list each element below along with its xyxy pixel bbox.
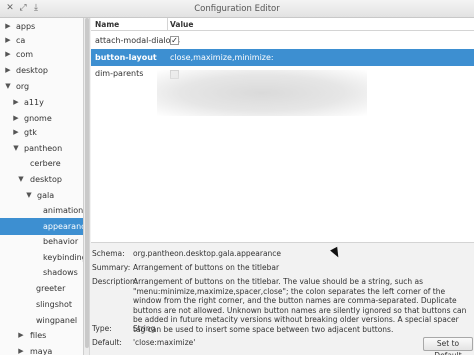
tree-item-a11y[interactable]: ▶ a11y: [0, 94, 83, 111]
expander-expanded-icon[interactable]: ▼: [17, 171, 25, 188]
blurred-overlay: [157, 70, 367, 116]
tree-item-files[interactable]: ▶ files: [0, 327, 83, 344]
value-checkbox[interactable]: ✓: [170, 36, 179, 45]
tree-scrollbar-thumb[interactable]: [85, 18, 89, 348]
column-header-name[interactable]: Name: [95, 20, 119, 29]
expander-collapsed-icon[interactable]: ▶: [17, 343, 25, 355]
default-value: 'close:maximize': [133, 338, 196, 347]
table-row-attach-modal-dialogs[interactable]: attach-modal-dialogs ✓: [91, 32, 474, 49]
description-label: Description:: [92, 277, 138, 286]
summary-label: Summary:: [92, 263, 131, 272]
title-bar: ✕ ⤢ ⤓ Configuration Editor: [0, 0, 474, 18]
set-to-default-button[interactable]: Set to Default: [423, 337, 473, 355]
column-header-value[interactable]: Value: [170, 20, 193, 29]
expander-collapsed-icon[interactable]: ▶: [4, 62, 12, 79]
expander-expanded-icon[interactable]: ▼: [4, 78, 12, 95]
key-value[interactable]: close,maximize,minimize:: [170, 49, 274, 66]
keys-table: Name Value attach-modal-dialogs ✓ button…: [91, 18, 474, 242]
tree-item-cerbere[interactable]: cerbere: [0, 155, 83, 172]
tree-item-desktop-pantheon[interactable]: ▼ desktop: [0, 171, 83, 188]
summary-value: Arrangement of buttons on the titlebar: [133, 263, 280, 272]
key-name: button-layout: [95, 53, 157, 62]
tree-scrollbar[interactable]: [84, 18, 90, 355]
expander-collapsed-icon[interactable]: ▶: [4, 46, 12, 63]
tree-item-slingshot[interactable]: slingshot: [0, 296, 83, 313]
expander-collapsed-icon[interactable]: ▶: [12, 124, 20, 141]
table-row-button-layout[interactable]: button-layout close,maximize,minimize:: [91, 49, 474, 66]
tree-item-shadows[interactable]: shadows: [0, 264, 83, 281]
tree-item-com[interactable]: ▶ com: [0, 46, 83, 63]
tree-item-org[interactable]: ▼ org: [0, 78, 83, 95]
tree-item-greeter[interactable]: greeter: [0, 280, 83, 297]
tree-item-gtk[interactable]: ▶ gtk: [0, 124, 83, 141]
schema-value: org.pantheon.desktop.gala.appearance: [133, 249, 282, 258]
schema-tree[interactable]: ▶ apps ▶ ca ▶ com ▶ desktop ▼ org ▶ a11y…: [0, 18, 84, 355]
tree-item-maya[interactable]: ▶ maya: [0, 343, 83, 355]
tree-item-animations[interactable]: animations: [0, 202, 83, 219]
expander-collapsed-icon[interactable]: ▶: [12, 94, 20, 111]
tree-item-behavior[interactable]: behavior: [0, 233, 83, 250]
type-label: Type:: [92, 324, 112, 333]
tree-item-desktop[interactable]: ▶ desktop: [0, 62, 83, 79]
window-title: Configuration Editor: [194, 4, 280, 14]
type-value: String: [133, 324, 156, 333]
key-name: dim-parents: [95, 69, 144, 78]
key-details-panel: Schema: org.pantheon.desktop.gala.appear…: [91, 242, 474, 355]
default-label: Default:: [92, 338, 122, 347]
schema-label: Schema:: [92, 249, 125, 258]
column-separator: [167, 18, 168, 31]
table-header: Name Value: [91, 18, 474, 31]
key-name: attach-modal-dialogs: [95, 36, 180, 45]
expander-collapsed-icon[interactable]: ▶: [17, 327, 25, 344]
